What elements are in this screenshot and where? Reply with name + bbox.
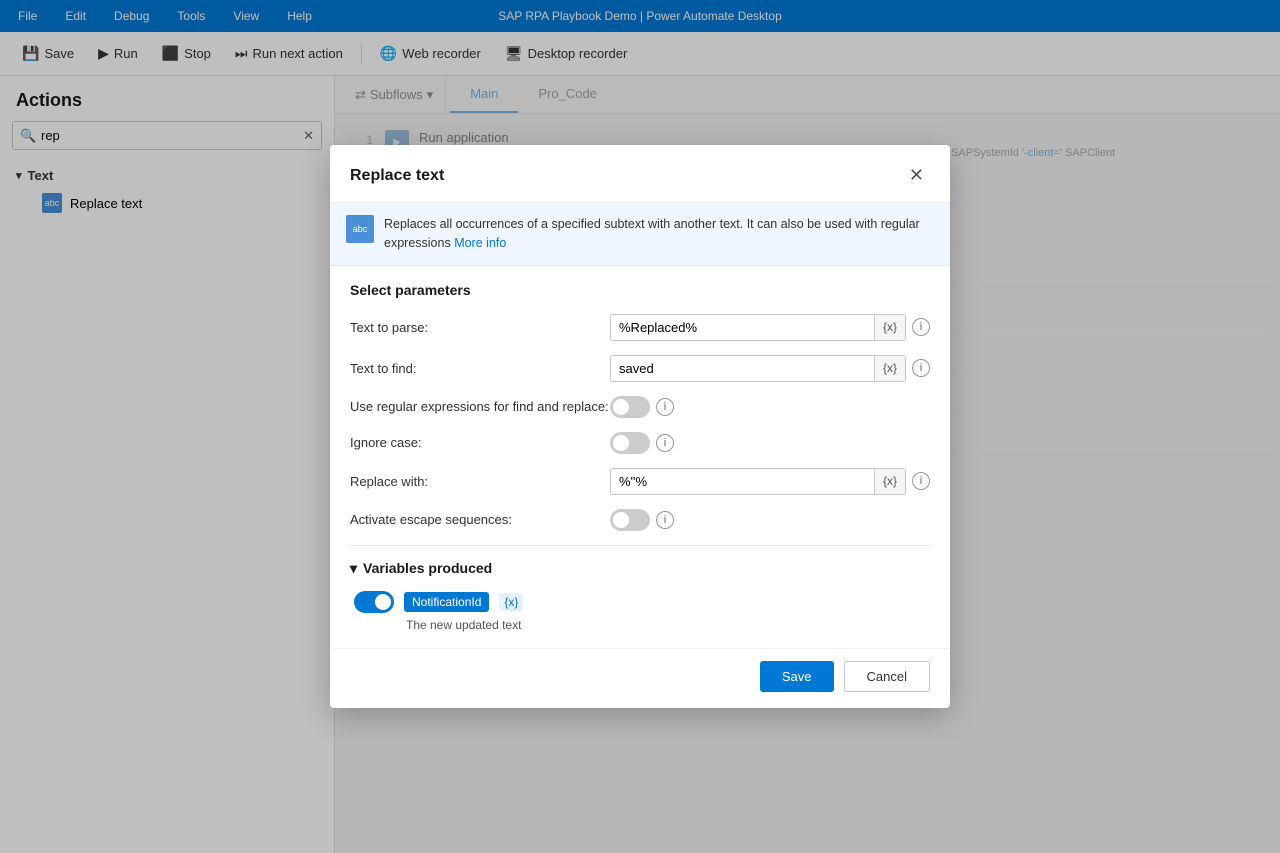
replace-text-modal: Replace text ✕ abc Replaces all occurren…: [330, 145, 950, 708]
ignore-case-row: Ignore case: i: [350, 432, 930, 454]
variable-name-badge[interactable]: NotificationId: [404, 592, 489, 612]
replace-with-input[interactable]: [611, 469, 874, 494]
text-to-parse-row: Text to parse: {x} i: [350, 314, 930, 341]
activate-escape-toggle[interactable]: [610, 509, 650, 531]
text-to-parse-info-icon[interactable]: i: [912, 318, 930, 336]
text-to-find-input[interactable]: [611, 356, 874, 381]
variable-description: The new updated text: [406, 618, 521, 632]
activate-escape-row: Activate escape sequences: i: [350, 509, 930, 531]
modal-body: Select parameters Text to parse: {x} i T…: [330, 266, 950, 648]
text-to-parse-input-container: {x}: [610, 314, 906, 341]
text-to-find-input-wrap: {x} i: [610, 355, 930, 382]
replace-with-input-wrap: {x} i: [610, 468, 930, 495]
modal-overlay: Replace text ✕ abc Replaces all occurren…: [0, 0, 1280, 853]
use-regex-row: Use regular expressions for find and rep…: [350, 396, 930, 418]
variable-toggle[interactable]: [354, 591, 394, 613]
text-to-find-info-icon[interactable]: i: [912, 359, 930, 377]
modal-info-icon: abc: [346, 215, 374, 243]
modal-footer: Save Cancel: [330, 648, 950, 708]
use-regex-info-icon[interactable]: i: [656, 398, 674, 416]
text-to-parse-input-wrap: {x} i: [610, 314, 930, 341]
activate-escape-info-icon[interactable]: i: [656, 511, 674, 529]
modal-info-text: Replaces all occurrences of a specified …: [384, 215, 934, 253]
ignore-case-toggle[interactable]: [610, 432, 650, 454]
text-to-find-var-button[interactable]: {x}: [874, 356, 905, 381]
variable-curly-badge: {x}: [499, 593, 523, 611]
modal-info-banner: abc Replaces all occurrences of a specif…: [330, 203, 950, 266]
variable-slider: [354, 591, 394, 613]
ignore-case-label: Ignore case:: [350, 435, 610, 450]
modal-title: Replace text: [350, 167, 444, 185]
activate-escape-input-wrap: i: [610, 509, 930, 531]
text-to-parse-label: Text to parse:: [350, 320, 610, 335]
replace-with-info-icon[interactable]: i: [912, 472, 930, 490]
ignore-case-slider: [610, 432, 650, 454]
use-regex-slider: [610, 396, 650, 418]
use-regex-label: Use regular expressions for find and rep…: [350, 399, 610, 414]
text-to-find-label: Text to find:: [350, 361, 610, 376]
modal-save-button[interactable]: Save: [760, 661, 834, 692]
activate-escape-label: Activate escape sequences:: [350, 512, 610, 527]
ignore-case-info-icon[interactable]: i: [656, 434, 674, 452]
section-title: Select parameters: [350, 282, 930, 298]
text-to-parse-input[interactable]: [611, 315, 874, 340]
variables-header[interactable]: ▾ Variables produced: [350, 560, 930, 577]
ignore-case-input-wrap: i: [610, 432, 930, 454]
replace-with-var-button[interactable]: {x}: [874, 469, 905, 494]
modal-close-button[interactable]: ✕: [903, 161, 930, 190]
use-regex-input-wrap: i: [610, 396, 930, 418]
use-regex-toggle[interactable]: [610, 396, 650, 418]
variables-section: ▾ Variables produced NotificationId {x} …: [350, 545, 930, 632]
more-info-link[interactable]: More info: [454, 236, 506, 250]
activate-escape-slider: [610, 509, 650, 531]
replace-with-label: Replace with:: [350, 474, 610, 489]
text-to-parse-var-button[interactable]: {x}: [874, 315, 905, 340]
variable-row: NotificationId {x}: [350, 591, 930, 613]
text-to-find-row: Text to find: {x} i: [350, 355, 930, 382]
replace-with-row: Replace with: {x} i: [350, 468, 930, 495]
text-to-find-input-container: {x}: [610, 355, 906, 382]
replace-with-input-container: {x}: [610, 468, 906, 495]
modal-header: Replace text ✕: [330, 145, 950, 203]
modal-cancel-button[interactable]: Cancel: [844, 661, 930, 692]
variables-chevron-icon: ▾: [350, 560, 357, 577]
